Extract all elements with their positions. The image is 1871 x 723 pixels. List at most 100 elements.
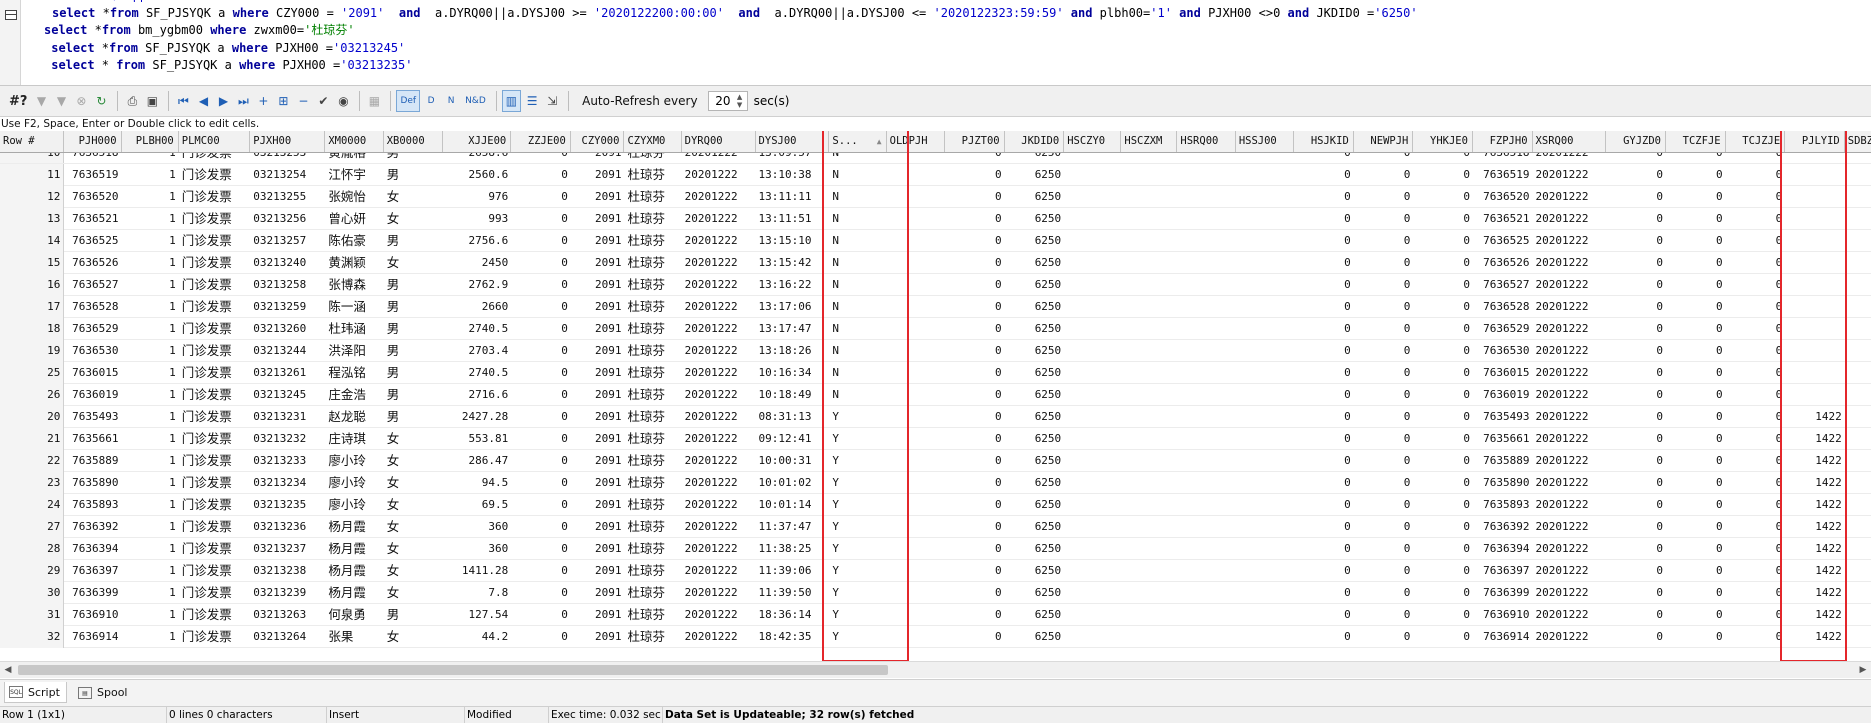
cell-dyrq00[interactable]: 20201222 bbox=[682, 340, 756, 362]
cell-jkdid0[interactable]: 6250 bbox=[1005, 153, 1065, 163]
cell-xb0000[interactable]: 男 bbox=[384, 153, 444, 163]
table-row[interactable]: 30 7636399 1 门诊发票 03213239 杨月霞女 7.8 0 2091 杜琼芬 202… bbox=[0, 582, 1871, 604]
cell-gyjzd0[interactable]: 0 bbox=[1606, 208, 1666, 230]
cell-xb0000[interactable]: 女 bbox=[384, 560, 444, 582]
cell-oldpjh[interactable] bbox=[887, 318, 945, 340]
cell-xm0000[interactable]: 杨月霞 bbox=[325, 560, 383, 582]
cell-dyrq00[interactable]: 20201222 bbox=[682, 406, 756, 428]
cell-yhkje0[interactable]: 0 bbox=[1413, 516, 1473, 538]
cell-xjje00[interactable]: 976 bbox=[443, 186, 511, 208]
cell-hsczy0[interactable] bbox=[1064, 428, 1121, 450]
cell-pjzt00[interactable]: 0 bbox=[945, 274, 1005, 296]
cell-pjzt00[interactable]: 0 bbox=[945, 538, 1005, 560]
cell-xsrq00[interactable]: 20201222 bbox=[1533, 164, 1607, 186]
cell-fzpjh0[interactable]: 7636910 bbox=[1473, 604, 1533, 626]
table-row[interactable]: 25 7636015 1 门诊发票 03213261 程泓铭男 2740.5 0 2091 杜琼芬… bbox=[0, 362, 1871, 384]
cell-pjh000[interactable]: 7635661 bbox=[64, 428, 121, 450]
cell-tczfje[interactable]: 0 bbox=[1666, 296, 1726, 318]
clear-filter-icon[interactable]: ▼ bbox=[52, 90, 70, 112]
cell-tczfje[interactable]: 0 bbox=[1666, 428, 1726, 450]
cell-czy000[interactable]: 2091 bbox=[571, 582, 625, 604]
cell-gyjzd0[interactable]: 0 bbox=[1606, 406, 1666, 428]
cell-zzje00[interactable]: 0 bbox=[511, 516, 571, 538]
cell-dyrq00[interactable]: 20201222 bbox=[682, 494, 756, 516]
column-header-xjje00[interactable]: XJJE00 bbox=[443, 131, 512, 152]
cell-czyxm0[interactable]: 杜琼芬 bbox=[624, 538, 681, 560]
cell-plbh00[interactable]: 1 bbox=[122, 560, 179, 582]
cell-sdbz[interactable] bbox=[1845, 340, 1871, 362]
cell-s-status[interactable]: N bbox=[829, 318, 886, 340]
column-header-tczfje[interactable]: TCZFJE bbox=[1666, 131, 1726, 152]
cell-hsczxm[interactable] bbox=[1121, 604, 1177, 626]
cell-pjxh00[interactable]: 03213253 bbox=[250, 153, 325, 163]
cell-hsjkid[interactable]: 0 bbox=[1294, 560, 1354, 582]
cell-hsczxm[interactable] bbox=[1121, 582, 1177, 604]
cell-hsjkid[interactable]: 0 bbox=[1294, 450, 1354, 472]
cell-plmc00[interactable]: 门诊发票 bbox=[179, 164, 251, 186]
cell-xjje00[interactable]: 2703.4 bbox=[443, 340, 511, 362]
cell-oldpjh[interactable] bbox=[887, 406, 945, 428]
cell-newpjh[interactable]: 0 bbox=[1354, 428, 1414, 450]
column-header-plbh00[interactable]: PLBH00 bbox=[122, 131, 179, 152]
cell-pjlyid[interactable]: 1422 bbox=[1785, 428, 1845, 450]
cell-xsrq00[interactable]: 20201222 bbox=[1533, 560, 1607, 582]
cell-oldpjh[interactable] bbox=[887, 296, 945, 318]
cell-pjh000[interactable]: 7635890 bbox=[64, 472, 121, 494]
cell-hsczxm[interactable] bbox=[1121, 560, 1177, 582]
form-view-icon[interactable]: ☰ bbox=[523, 90, 541, 112]
cell-pjxh00[interactable]: 03213261 bbox=[250, 362, 325, 384]
cell-zzje00[interactable]: 0 bbox=[511, 318, 571, 340]
cell-jkdid0[interactable]: 6250 bbox=[1005, 626, 1065, 648]
cell-xm0000[interactable]: 廖小玲 bbox=[325, 472, 383, 494]
insert-record-icon[interactable]: + bbox=[254, 90, 272, 112]
cell-plbh00[interactable]: 1 bbox=[122, 230, 179, 252]
cell-yhkje0[interactable]: 0 bbox=[1413, 296, 1473, 318]
cell-fzpjh0[interactable]: 7636392 bbox=[1473, 516, 1533, 538]
cell-xsrq00[interactable]: 20201222 bbox=[1533, 318, 1607, 340]
cell-pjh000[interactable]: 7636530 bbox=[64, 340, 121, 362]
cell-pjlyid[interactable] bbox=[1785, 252, 1845, 274]
cell-hsczxm[interactable] bbox=[1121, 318, 1177, 340]
export-icon[interactable]: ⇲ bbox=[543, 90, 561, 112]
cell-jkdid0[interactable]: 6250 bbox=[1005, 318, 1065, 340]
cell-czy000[interactable]: 2091 bbox=[571, 164, 625, 186]
cell-jkdid0[interactable]: 6250 bbox=[1005, 186, 1065, 208]
cell-xsrq00[interactable]: 20201222 bbox=[1533, 626, 1607, 648]
cell-sdbz[interactable] bbox=[1845, 538, 1871, 560]
cell-dyrq00[interactable]: 20201222 bbox=[682, 318, 756, 340]
cell-xsrq00[interactable]: 20201222 bbox=[1533, 582, 1607, 604]
column-header-pjzt00[interactable]: PJZT00 bbox=[945, 131, 1005, 152]
cell-pjxh00[interactable]: 03213258 bbox=[250, 274, 325, 296]
cell-pjxh00[interactable]: 03213245 bbox=[250, 384, 325, 406]
cell-xsrq00[interactable]: 20201222 bbox=[1533, 274, 1607, 296]
cell-hssj00[interactable] bbox=[1236, 560, 1294, 582]
cell-xsrq00[interactable]: 20201222 bbox=[1533, 340, 1607, 362]
cell-tczfje[interactable]: 0 bbox=[1666, 318, 1726, 340]
column-header-hsczy0[interactable]: HSCZY0 bbox=[1064, 131, 1122, 152]
cell-hssj00[interactable] bbox=[1236, 340, 1294, 362]
cell-hsjkid[interactable]: 0 bbox=[1294, 164, 1354, 186]
cell-newpjh[interactable]: 0 bbox=[1354, 296, 1414, 318]
cell-pjh000[interactable]: 7636526 bbox=[64, 252, 121, 274]
cell-hsczxm[interactable] bbox=[1121, 252, 1177, 274]
cell-pjh000[interactable]: 7636519 bbox=[64, 164, 121, 186]
cell-czy000[interactable]: 2091 bbox=[571, 538, 625, 560]
cell-zzje00[interactable]: 0 bbox=[511, 406, 571, 428]
cell-gyjzd0[interactable]: 0 bbox=[1606, 560, 1666, 582]
column-header-hsjkid[interactable]: HSJKID bbox=[1294, 131, 1354, 152]
cell-newpjh[interactable]: 0 bbox=[1354, 516, 1414, 538]
cell-jkdid0[interactable]: 6250 bbox=[1005, 406, 1065, 428]
cell-czyxm0[interactable]: 杜琼芬 bbox=[624, 340, 681, 362]
cell-gyjzd0[interactable]: 0 bbox=[1606, 538, 1666, 560]
cell-sdbz[interactable] bbox=[1845, 186, 1871, 208]
cell-oldpjh[interactable] bbox=[887, 626, 945, 648]
cell-czy000[interactable]: 2091 bbox=[571, 340, 625, 362]
cell-xb0000[interactable]: 男 bbox=[384, 274, 444, 296]
cell-newpjh[interactable]: 0 bbox=[1354, 384, 1414, 406]
cell-zzje00[interactable]: 0 bbox=[511, 604, 571, 626]
cell-xsrq00[interactable]: 20201222 bbox=[1533, 384, 1607, 406]
cell-yhkje0[interactable]: 0 bbox=[1413, 164, 1473, 186]
cell-gyjzd0[interactable]: 0 bbox=[1606, 274, 1666, 296]
cell-plmc00[interactable]: 门诊发票 bbox=[179, 516, 251, 538]
cell-gyjzd0[interactable]: 0 bbox=[1606, 153, 1666, 163]
